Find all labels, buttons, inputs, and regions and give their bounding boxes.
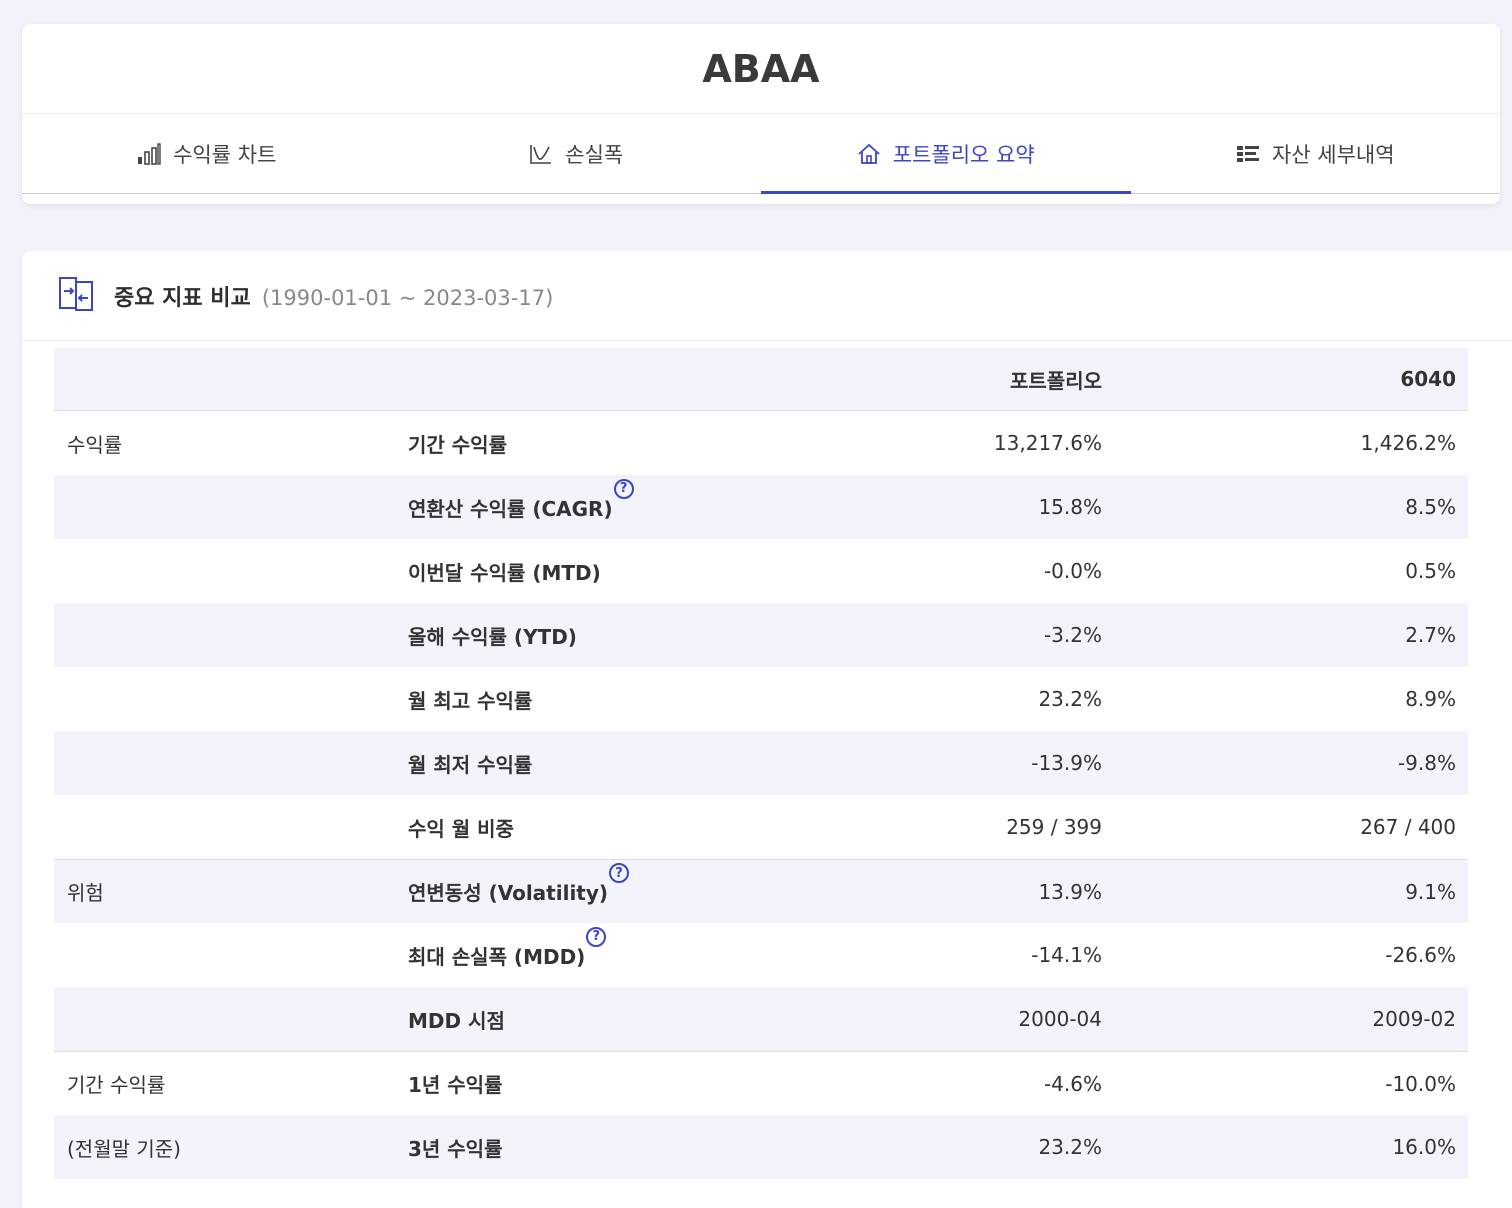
metric-cell: 최대 손실폭 (MDD)? [408,926,770,970]
portfolio-value: -3.2% [1043,623,1102,647]
portfolio-value: -4.6% [1043,1071,1102,1096]
benchmark-value: -10.0% [1385,1071,1456,1096]
table-row: 최대 손실폭 (MDD)? -14.1% -26.6% [54,923,1468,987]
metric-label: 수익 월 비중 [408,816,514,841]
portfolio-value: 23.2% [1038,687,1102,711]
metric-label: MDD 시점 [408,1008,505,1033]
table-row: 위험 연변동성 (Volatility)? 13.9% 9.1% [54,859,1468,923]
metric-label: 월 최고 수익률 [408,688,533,713]
group-cell: (전월말 기준) [67,1136,181,1161]
metric-cell: 3년 수익률 [408,1133,770,1162]
group-cell: 위험 [67,881,104,905]
benchmark-value: 2.7% [1405,623,1456,647]
tab-bar: 수익률 차트 손실폭 포트폴리오 요약 자산 세부내역 [22,114,1500,194]
metric-label: 연환산 수익률 (CAGR) [408,496,613,521]
portfolio-value: 13,217.6% [993,431,1102,455]
help-icon[interactable]: ? [586,926,607,947]
tab-label: 손실폭 [565,142,624,167]
tab-portfolio-summary[interactable]: 포트폴리오 요약 [761,114,1131,194]
header-benchmark: 6040 [1400,367,1456,391]
metrics-table: 포트폴리오 6040 수익률 기간 수익률 13,217.6% 1,426.2% 연환산… [54,348,1468,1179]
benchmark-value: 8.5% [1405,495,1456,519]
benchmark-value: 2009-02 [1372,1007,1456,1031]
page-title: ABAA [22,24,1500,114]
portfolio-value: -0.0% [1043,559,1102,583]
table-row: 기간 수익률 1년 수익률 -4.6% -10.0% [54,1051,1468,1115]
benchmark-value: 1,426.2% [1360,431,1456,455]
metric-label: 월 최저 수익률 [408,752,533,777]
tab-drawdown[interactable]: 손실폭 [392,114,762,193]
benchmark-value: -9.8% [1397,751,1456,775]
section-header: 중요 지표 비교 (1990-01-01 ~ 2023-03-17) [22,251,1512,341]
portfolio-header-card: ABAA 수익률 차트 손실폭 포트폴리오 요약 자산 세부내역 [22,24,1500,204]
metric-cell: 월 최고 수익률 [408,685,770,714]
benchmark-value: 267 / 400 [1360,815,1456,839]
table-row: (전월말 기준) 3년 수익률 23.2% 16.0% [54,1115,1468,1179]
tab-return-chart[interactable]: 수익률 차트 [22,114,392,193]
metric-cell: 이번달 수익률 (MTD) [408,557,770,586]
header-portfolio: 포트폴리오 [1010,368,1102,393]
table-row: 월 최저 수익률 -13.9% -9.8% [54,731,1468,795]
portfolio-value: 23.2% [1038,1135,1102,1159]
metric-cell: 월 최저 수익률 [408,749,770,778]
metrics-card: 중요 지표 비교 (1990-01-01 ~ 2023-03-17) 포트폴리오… [22,251,1512,1208]
metric-cell: 기간 수익률 [408,429,770,458]
table-row: 월 최고 수익률 23.2% 8.9% [54,667,1468,731]
benchmark-value: 9.1% [1405,879,1456,904]
metric-label: 이번달 수익률 (MTD) [408,560,601,585]
portfolio-value: -13.9% [1031,751,1102,775]
help-icon[interactable]: ? [613,478,634,499]
metric-cell: 연변동성 (Volatility)? [408,863,770,906]
bar-chart-icon [137,142,161,165]
list-icon [1236,144,1260,164]
table-row: 수익 월 비중 259 / 399 267 / 400 [54,795,1468,859]
drawdown-chart-icon [529,143,553,165]
metric-label: 1년 수익률 [408,1073,503,1097]
portfolio-value: 13.9% [1038,879,1102,904]
table-row: 수익률 기간 수익률 13,217.6% 1,426.2% [54,411,1468,475]
metric-cell: 수익 월 비중 [408,813,770,842]
table-row: 올해 수익률 (YTD) -3.2% 2.7% [54,603,1468,667]
group-cell: 기간 수익률 [67,1073,166,1097]
portfolio-value: -14.1% [1031,943,1102,967]
benchmark-value: 16.0% [1392,1135,1456,1159]
help-icon[interactable]: ? [609,863,630,883]
portfolio-value: 259 / 399 [1006,815,1102,839]
table-row: 이번달 수익률 (MTD) -0.0% 0.5% [54,539,1468,603]
home-icon [857,143,881,165]
tab-label: 자산 세부내역 [1271,142,1395,167]
table-row: 연환산 수익률 (CAGR)? 15.8% 8.5% [54,475,1468,539]
table-header-row: 포트폴리오 6040 [54,348,1468,411]
date-range: (1990-01-01 ~ 2023-03-17) [261,285,554,310]
metric-cell: 1년 수익률 [408,1069,770,1098]
benchmark-value: 8.9% [1405,687,1456,711]
metric-label: 3년 수익률 [408,1136,503,1161]
table-row: MDD 시점 2000-04 2009-02 [54,987,1468,1051]
metric-label: 최대 손실폭 (MDD) [408,944,586,969]
tab-label: 포트폴리오 요약 [892,142,1035,167]
tab-label: 수익률 차트 [173,142,277,167]
metric-cell: MDD 시점 [408,1005,770,1034]
metric-cell: 연환산 수익률 (CAGR)? [408,478,770,522]
group-cell: 수익률 [67,432,123,457]
benchmark-value: -26.6% [1385,943,1456,967]
metric-label: 올해 수익률 (YTD) [408,624,577,649]
benchmark-value: 0.5% [1405,559,1456,583]
metric-cell: 올해 수익률 (YTD) [408,621,770,650]
portfolio-value: 15.8% [1038,495,1102,519]
tab-asset-details[interactable]: 자산 세부내역 [1131,114,1501,193]
portfolio-value: 2000-04 [1018,1007,1102,1031]
metric-label: 기간 수익률 [408,432,507,457]
metric-label: 연변동성 (Volatility) [408,881,609,905]
section-title: 중요 지표 비교 [114,285,251,311]
compare-icon [58,276,94,316]
